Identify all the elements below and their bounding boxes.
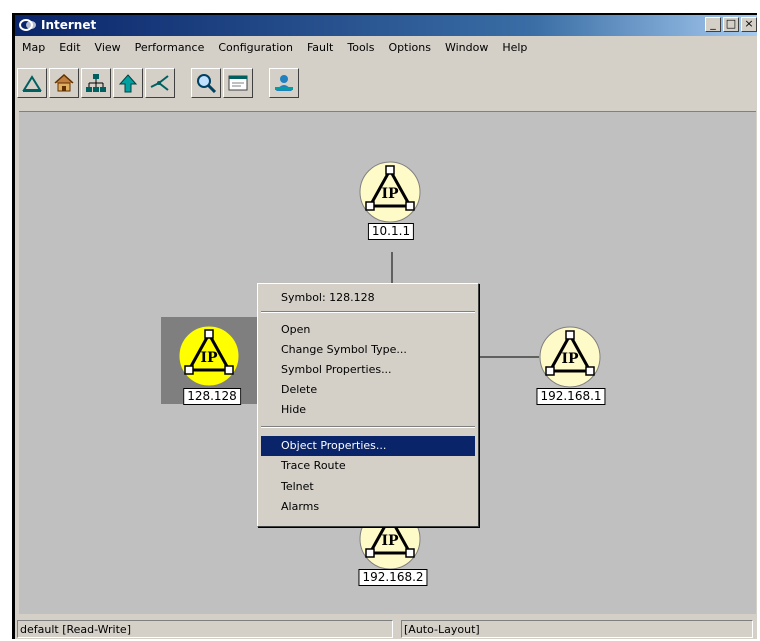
window-title: Internet bbox=[41, 18, 97, 32]
node-label-10-1-1[interactable]: 10.1.1 bbox=[367, 223, 415, 240]
status-layout: [Auto-Layout] bbox=[401, 620, 753, 638]
toolbar-button-browser[interactable] bbox=[223, 68, 253, 98]
app-window: Internet _ □ × Map Edit View Performance… bbox=[12, 13, 757, 639]
network-users-icon bbox=[275, 75, 293, 91]
ip-network-icon[interactable]: IP bbox=[177, 324, 241, 388]
minimize-button[interactable]: _ bbox=[705, 17, 721, 32]
menu-window[interactable]: Window bbox=[438, 38, 495, 58]
menu-item-symbol-properties[interactable]: Symbol Properties... bbox=[261, 360, 475, 380]
status-mode: default [Read-Write] bbox=[17, 620, 393, 638]
menu-bar: Map Edit View Performance Configuration … bbox=[15, 38, 757, 58]
up-arrow-icon bbox=[118, 74, 138, 93]
map-canvas[interactable]: IP 10.1.1 IP 128.128 IP 192.168.1 IP 192… bbox=[19, 111, 756, 614]
ip-network-icon[interactable]: IP bbox=[538, 325, 602, 389]
menu-performance[interactable]: Performance bbox=[128, 38, 212, 58]
toolbar-button-triangle[interactable] bbox=[17, 68, 47, 98]
toolbar-button-submap[interactable] bbox=[145, 68, 175, 98]
toolbar bbox=[17, 63, 301, 103]
menu-edit[interactable]: Edit bbox=[52, 38, 87, 58]
toolbar-button-network-users[interactable] bbox=[269, 68, 299, 98]
menu-item-alarms[interactable]: Alarms bbox=[261, 497, 475, 517]
menu-fault[interactable]: Fault bbox=[300, 38, 340, 58]
ip-network-icon[interactable]: IP bbox=[358, 160, 422, 224]
menu-options[interactable]: Options bbox=[381, 38, 437, 58]
menu-item-hide[interactable]: Hide bbox=[261, 400, 475, 420]
node-ip-text: IP bbox=[381, 533, 399, 549]
menu-map[interactable]: Map bbox=[15, 38, 52, 58]
object-browser-icon bbox=[228, 75, 248, 91]
menu-item-delete[interactable]: Delete bbox=[261, 380, 475, 400]
maximize-button[interactable]: □ bbox=[723, 17, 739, 32]
submap-icon bbox=[150, 75, 169, 91]
status-bar: default [Read-Write] [Auto-Layout] bbox=[15, 618, 757, 640]
node-ip-text: IP bbox=[200, 350, 218, 366]
node-label-192-168-2[interactable]: 192.168.2 bbox=[358, 569, 428, 586]
node-ip-text: IP bbox=[561, 351, 579, 367]
menu-tools[interactable]: Tools bbox=[340, 38, 381, 58]
menu-separator bbox=[261, 311, 475, 313]
menu-item-trace-route[interactable]: Trace Route bbox=[261, 456, 475, 476]
context-menu: Symbol: 128.128 Open Change Symbol Type.… bbox=[257, 283, 479, 527]
title-bar[interactable]: Internet _ □ × bbox=[15, 15, 757, 36]
menu-item-object-properties[interactable]: Object Properties... bbox=[261, 436, 475, 456]
hp-openview-icon bbox=[19, 19, 36, 31]
node-label-128-128[interactable]: 128.128 bbox=[183, 388, 241, 405]
node-label-192-168-1[interactable]: 192.168.1 bbox=[536, 388, 606, 405]
close-button[interactable]: × bbox=[741, 17, 757, 32]
menu-item-open[interactable]: Open bbox=[261, 320, 475, 340]
menu-configuration[interactable]: Configuration bbox=[211, 38, 300, 58]
context-menu-header: Symbol: 128.128 bbox=[281, 291, 375, 304]
menu-item-telnet[interactable]: Telnet bbox=[261, 477, 475, 497]
menu-view[interactable]: View bbox=[88, 38, 128, 58]
menu-help[interactable]: Help bbox=[495, 38, 534, 58]
home-icon bbox=[54, 73, 74, 92]
parent-tree-icon bbox=[86, 74, 106, 92]
triangle-icon bbox=[22, 75, 42, 92]
toolbar-button-home[interactable] bbox=[49, 68, 79, 98]
toolbar-button-up[interactable] bbox=[113, 68, 143, 98]
menu-item-change-symbol-type[interactable]: Change Symbol Type... bbox=[261, 340, 475, 360]
node-ip-text: IP bbox=[381, 186, 399, 202]
toolbar-button-parent[interactable] bbox=[81, 68, 111, 98]
window-controls: _ □ × bbox=[705, 17, 757, 32]
find-icon bbox=[197, 74, 217, 93]
menu-separator bbox=[261, 426, 475, 428]
toolbar-button-find[interactable] bbox=[191, 68, 221, 98]
